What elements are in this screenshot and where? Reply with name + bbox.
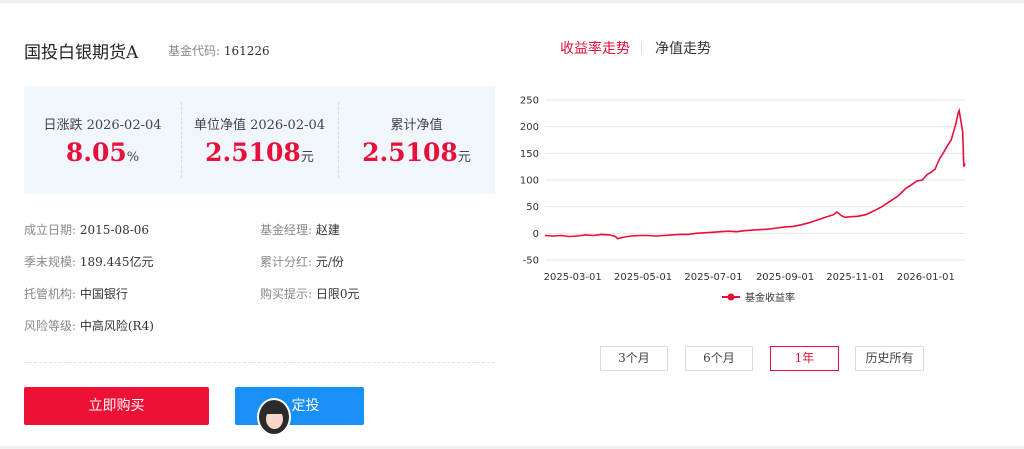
x-tick-label: 2025-09-01 xyxy=(756,272,814,283)
fund-name: 国投白银期货A xyxy=(24,43,139,63)
info-risk-value: 中高风险(R4) xyxy=(79,319,154,333)
chart-grid xyxy=(545,99,965,261)
sip-button[interactable]: 定投 xyxy=(235,387,364,425)
info-scale: 季末规模: 189.445亿元 xyxy=(24,253,154,270)
fund-code: 基金代码: 161226 xyxy=(168,42,270,59)
x-tick-label: 2025-07-01 xyxy=(684,272,742,283)
unit-nav-value: 2.5108元 xyxy=(181,138,338,167)
info-buy-tip-label: 购买提示: xyxy=(260,287,313,301)
y-tick-label: 0 xyxy=(533,229,539,240)
info-established-label: 成立日期: xyxy=(24,223,77,237)
y-tick-label: -50 xyxy=(523,256,539,267)
y-tick-label: 200 xyxy=(520,122,539,133)
info-manager-value[interactable]: 赵建 xyxy=(316,223,340,237)
accumulated-nav-value: 2.5108元 xyxy=(338,138,495,167)
y-tick-label: 150 xyxy=(520,149,539,160)
y-tick-label: 250 xyxy=(520,96,539,107)
info-buy-tip-value: 日限0元 xyxy=(315,287,360,301)
avatar-hair xyxy=(262,402,287,414)
range-button[interactable]: 3个月 xyxy=(600,346,668,371)
accumulated-nav-number: 2.5108 xyxy=(362,138,458,167)
chart-legend: 基金收益率 xyxy=(722,291,795,304)
info-established: 成立日期: 2015-08-06 xyxy=(24,221,149,238)
info-dividend-value: 元/份 xyxy=(315,255,344,269)
accumulated-nav: 累计净值 2.5108元 xyxy=(338,86,495,194)
x-tick-label: 2026-01-01 xyxy=(897,272,955,283)
legend-label: 基金收益率 xyxy=(745,291,795,304)
accumulated-nav-unit: 元 xyxy=(457,150,471,165)
x-tick-label: 2025-05-01 xyxy=(614,272,672,283)
nav-summary-panel: 日涨跌 2026-02-04 8.05% 单位净值 2026-02-04 2.5… xyxy=(24,86,495,194)
info-custodian-value: 中国银行 xyxy=(79,287,128,301)
range-button[interactable]: 6个月 xyxy=(685,346,753,371)
accumulated-nav-label: 累计净值 xyxy=(390,118,443,133)
info-manager: 基金经理: 赵建 xyxy=(260,221,340,238)
yield-chart: -50050100150200250 2025-03-01 2025-05-01 2… xyxy=(520,96,966,304)
unit-nav-unit: 元 xyxy=(300,150,314,165)
tab-yield-trend[interactable]: 收益率走势 xyxy=(560,38,630,58)
fund-code-value: 161226 xyxy=(223,44,270,58)
info-manager-label: 基金经理: xyxy=(260,223,313,237)
info-dividend-label: 累计分红: xyxy=(260,255,313,269)
y-axis-ticks: -50 0 50 100 150 200 250 xyxy=(520,96,539,267)
info-dividend: 累计分红: 元/份 xyxy=(260,253,344,270)
assistant-avatar-icon[interactable] xyxy=(257,398,291,436)
info-scale-label: 季末规模: xyxy=(24,255,77,269)
info-buy-tip: 购买提示: 日限0元 xyxy=(260,285,360,302)
range-button[interactable]: 历史所有 xyxy=(855,346,924,371)
tab-divider xyxy=(641,42,642,54)
x-tick-label: 2025-11-01 xyxy=(826,272,884,283)
daily-change-label: 日涨跌 2026-02-04 xyxy=(43,118,162,133)
info-risk: 风险等级: 中高风险(R4) xyxy=(24,317,154,334)
unit-nav-label: 单位净值 2026-02-04 xyxy=(193,118,326,133)
info-scale-value: 189.445亿元 xyxy=(79,255,154,269)
unit-nav-number: 2.5108 xyxy=(205,138,301,167)
y-tick-label: 100 xyxy=(520,176,539,187)
fund-code-label: 基金代码: xyxy=(168,44,221,58)
daily-change-unit: % xyxy=(126,150,140,165)
info-established-value: 2015-08-06 xyxy=(79,223,150,237)
y-tick-label: 50 xyxy=(526,202,539,213)
info-custodian-label: 托管机构: xyxy=(24,287,77,301)
info-risk-label: 风险等级: xyxy=(24,319,77,333)
daily-change-number: 8.05 xyxy=(65,138,127,167)
legend-marker xyxy=(727,293,735,301)
buy-now-button[interactable]: 立即购买 xyxy=(24,387,209,425)
top-divider xyxy=(0,0,1024,3)
x-tick-label: 2025-03-01 xyxy=(544,272,602,283)
daily-change: 日涨跌 2026-02-04 8.05% xyxy=(24,86,181,194)
daily-change-value: 8.05% xyxy=(24,138,181,167)
info-custodian: 托管机构: 中国银行 xyxy=(24,285,128,302)
tab-nav-trend[interactable]: 净值走势 xyxy=(655,38,711,58)
range-button[interactable]: 1年 xyxy=(770,346,839,371)
x-axis-ticks: 2025-03-01 2025-05-01 2025-07-01 2025-09-01… xyxy=(544,272,955,283)
section-divider xyxy=(24,362,495,363)
series-line-yield xyxy=(544,107,966,240)
unit-nav: 单位净值 2026-02-04 2.5108元 xyxy=(181,86,338,194)
